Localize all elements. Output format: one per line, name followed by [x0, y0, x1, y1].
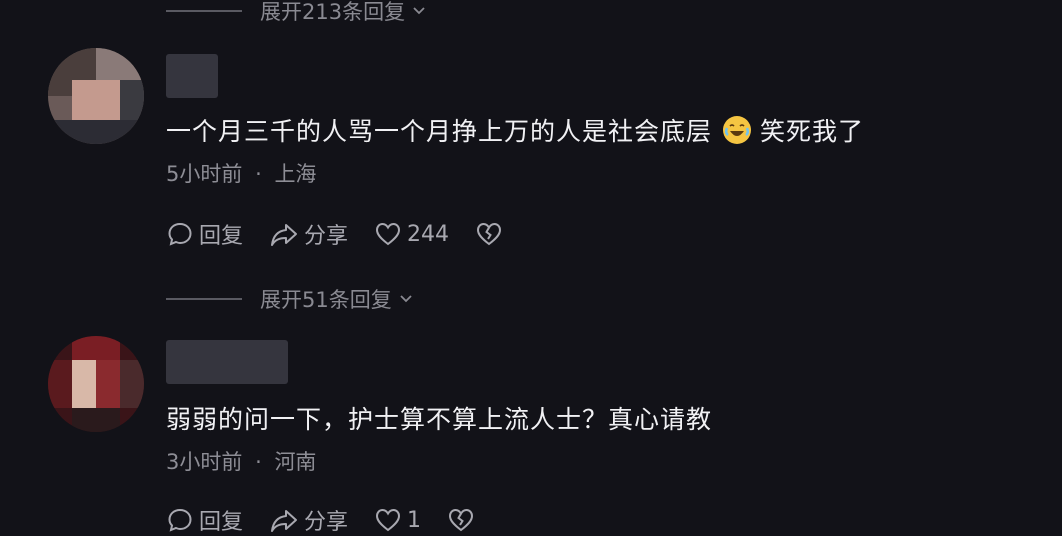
meta-separator: · — [255, 162, 262, 186]
comment-actions: 回复 分享 244 — [166, 218, 534, 250]
comment-bubble-icon — [168, 222, 192, 246]
chevron-down-icon — [411, 0, 427, 23]
expand-replies-label: 展开51条回复 — [260, 288, 392, 312]
comment-meta: 5小时前 · 上海 — [166, 158, 316, 188]
like-count: 1 — [407, 507, 422, 533]
heart-icon — [376, 222, 401, 246]
comment-text: 一个月三千的人骂一个月挣上万的人是社会底层 笑死我了 — [166, 112, 864, 148]
share-label: 分享 — [304, 510, 349, 535]
avatar[interactable] — [48, 48, 144, 144]
like-button[interactable]: 1 — [374, 506, 421, 534]
reply-button[interactable]: 回复 — [166, 218, 243, 250]
username-blurred[interactable] — [166, 54, 218, 98]
laughing-tears-icon — [722, 115, 752, 145]
expand-replies-top[interactable]: 展开213条回复 — [166, 0, 427, 26]
reply-label: 回复 — [199, 510, 244, 535]
share-button[interactable]: 分享 — [269, 504, 348, 536]
reply-button[interactable]: 回复 — [166, 504, 243, 536]
divider-line — [166, 298, 242, 300]
reply-label: 回复 — [199, 224, 244, 249]
comment-text-part: 一个月三千的人骂一个月挣上万的人是社会底层 — [166, 117, 713, 146]
comment-text-part: 笑死我了 — [760, 117, 865, 146]
username-blurred[interactable] — [166, 340, 288, 384]
expand-replies-label: 展开213条回复 — [260, 0, 406, 24]
avatar[interactable] — [48, 336, 144, 432]
broken-heart-icon — [449, 508, 474, 532]
divider-line — [166, 10, 242, 12]
dislike-button[interactable] — [447, 506, 480, 534]
chevron-down-icon — [398, 287, 414, 311]
comment-meta: 3小时前 · 河南 — [166, 446, 316, 476]
location: 河南 — [274, 450, 317, 474]
expand-replies-mid[interactable]: 展开51条回复 — [166, 284, 414, 314]
share-label: 分享 — [304, 224, 349, 249]
share-arrow-icon — [271, 224, 298, 246]
share-arrow-icon — [271, 510, 298, 532]
meta-separator: · — [255, 450, 262, 474]
like-count: 244 — [407, 221, 450, 247]
timestamp: 3小时前 — [166, 450, 243, 474]
location: 上海 — [274, 162, 317, 186]
share-button[interactable]: 分享 — [269, 218, 348, 250]
comment-text: 弱弱的问一下，护士算不算上流人士？真心请教 — [166, 405, 713, 434]
comment-bubble-icon — [168, 508, 192, 532]
heart-icon — [376, 508, 401, 532]
like-button[interactable]: 244 — [374, 220, 449, 248]
timestamp: 5小时前 — [166, 162, 243, 186]
dislike-button[interactable] — [475, 220, 508, 248]
broken-heart-icon — [477, 222, 502, 246]
comment-actions: 回复 分享 1 — [166, 504, 506, 536]
